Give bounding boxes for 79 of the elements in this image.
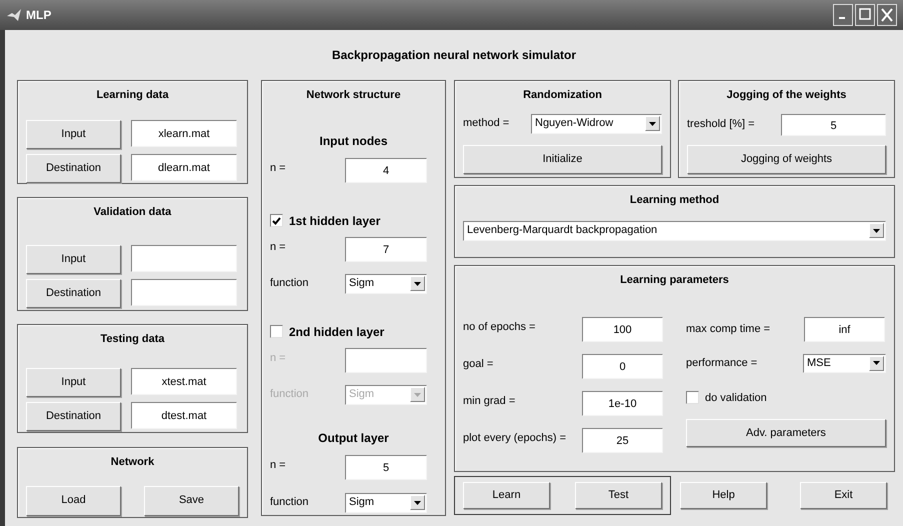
input-field[interactable]: xlearn.mat xyxy=(131,120,237,146)
input-field[interactable]: 4 xyxy=(345,158,427,182)
button[interactable]: Destination xyxy=(26,154,121,182)
checkbox-label: 2nd hidden layer xyxy=(289,324,384,340)
button[interactable]: Destination xyxy=(26,278,121,308)
button[interactable]: Input xyxy=(26,244,121,274)
field-label: goal = xyxy=(463,356,494,372)
dropdown[interactable]: Levenberg-Marquardt backpropagation xyxy=(463,220,886,240)
panel-title: Network structure xyxy=(305,88,402,103)
input-field[interactable]: 5 xyxy=(781,114,886,136)
dropdown[interactable]: Sigm xyxy=(345,492,427,512)
panel-title: Network xyxy=(110,455,156,470)
field-label: max comp time = xyxy=(686,322,770,336)
field-label: n = xyxy=(270,160,286,176)
dropdown-arrow-icon xyxy=(414,282,421,286)
button[interactable]: Test xyxy=(575,482,662,509)
button[interactable]: Destination xyxy=(26,402,121,430)
button[interactable]: Input xyxy=(26,120,121,148)
input-field[interactable]: xtest.mat xyxy=(131,368,237,394)
panel-title: Randomization xyxy=(522,88,603,103)
button[interactable]: Load xyxy=(26,486,121,516)
field-label: no of epochs = xyxy=(463,320,536,334)
field-label: plot every (epochs) = xyxy=(463,430,566,446)
field-label: function xyxy=(270,276,309,292)
input-field[interactable] xyxy=(131,278,237,306)
input-field[interactable]: 1e-10 xyxy=(582,390,663,416)
field-label: min grad = xyxy=(463,394,516,408)
dropdown-arrow-icon xyxy=(873,228,880,232)
button[interactable]: Exit xyxy=(800,482,887,509)
button[interactable]: Save xyxy=(144,486,239,516)
field-label: function xyxy=(270,387,309,402)
input-field[interactable]: 5 xyxy=(345,454,427,480)
checkbox-label: 1st hidden layer xyxy=(289,212,380,230)
field-label: method = xyxy=(463,116,510,132)
dropdown-arrow-icon xyxy=(873,361,880,365)
dropdown-arrow-icon xyxy=(414,500,421,504)
panel-title: Validation data xyxy=(92,205,172,220)
section-title: Output layer xyxy=(317,430,390,446)
input-field[interactable] xyxy=(131,244,237,272)
field-label: function xyxy=(270,495,309,510)
button[interactable]: Input xyxy=(26,368,121,396)
field-label: n = xyxy=(270,350,286,366)
checkbox-label: do validation xyxy=(705,390,767,406)
dropdown-arrow-icon xyxy=(649,122,656,126)
panel-title: Learning data xyxy=(95,88,170,103)
checkbox[interactable] xyxy=(270,325,283,338)
dropdown-arrow-icon xyxy=(414,392,421,396)
input-field[interactable]: 0 xyxy=(582,354,663,378)
checkbox[interactable] xyxy=(270,214,283,227)
maximize-icon[interactable] xyxy=(855,4,875,26)
panel-title: Learning parameters xyxy=(619,273,730,288)
minimize-icon[interactable] xyxy=(833,4,853,26)
button[interactable]: Initialize xyxy=(463,144,662,174)
input-field[interactable]: dlearn.mat xyxy=(131,154,237,180)
button[interactable]: Learn xyxy=(463,482,550,509)
input-field[interactable]: 7 xyxy=(345,236,427,262)
close-icon[interactable] xyxy=(877,4,897,26)
panel-title: Jogging of the weights xyxy=(726,88,848,103)
dropdown[interactable]: Nguyen-Widrow xyxy=(531,114,662,134)
dropdown[interactable]: MSE xyxy=(803,354,886,372)
field-label: treshold [%] = xyxy=(687,116,755,132)
panel-title: Testing data xyxy=(100,332,166,347)
field-label: n = xyxy=(270,458,286,472)
button[interactable]: Adv. parameters xyxy=(686,419,886,447)
window-title: MLP xyxy=(26,7,52,24)
field-label: performance = xyxy=(686,356,758,371)
page-heading: Backpropagation neural network simulator xyxy=(332,47,576,64)
app-icon xyxy=(6,8,22,22)
button[interactable]: Jogging of weights xyxy=(687,144,886,174)
section-title: Input nodes xyxy=(318,132,388,150)
checkbox[interactable] xyxy=(686,391,699,404)
field-label: n = xyxy=(270,240,286,254)
input-field[interactable]: dtest.mat xyxy=(131,402,237,428)
panel-title: Learning method xyxy=(628,193,720,208)
input-field[interactable]: 25 xyxy=(582,428,663,452)
input-field[interactable]: 100 xyxy=(582,316,663,342)
dropdown[interactable]: Sigm xyxy=(345,274,427,294)
input-field[interactable]: inf xyxy=(804,316,885,342)
button[interactable]: Help xyxy=(680,482,767,509)
